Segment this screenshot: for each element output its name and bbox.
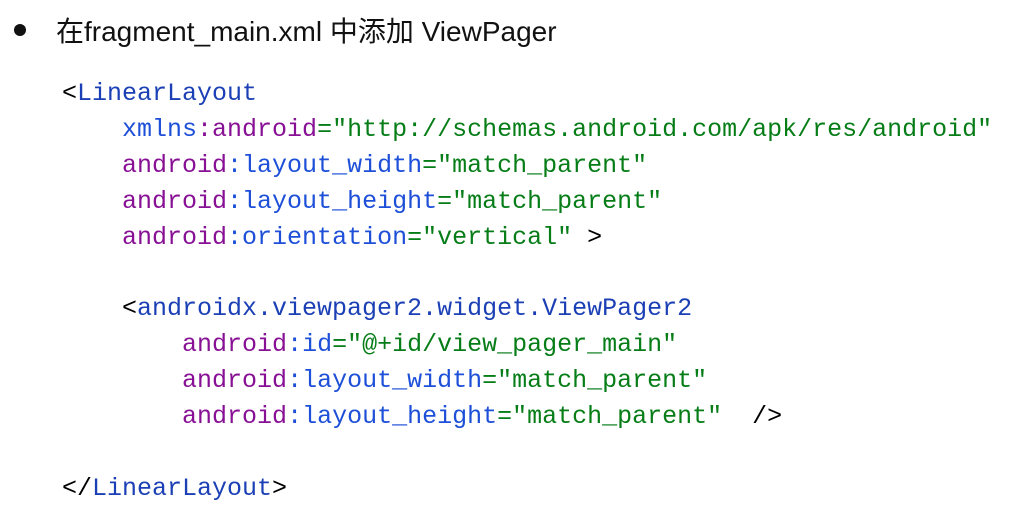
code-token-attr: :orientation [227, 222, 408, 252]
code-token-ns: android [182, 366, 288, 396]
code-token-ns: :android [197, 114, 318, 144]
code-token-pun: > [272, 473, 288, 503]
code-line: </LinearLayout> [62, 471, 992, 507]
code-token-tag: androidx.viewpager2.widget.ViewPager2 [137, 294, 693, 324]
code-block: <LinearLayout xmlns:android="http://sche… [62, 76, 992, 507]
code-line: android:layout_height="match_parent" /> [62, 399, 992, 435]
code-line: android:layout_height="match_parent" [62, 184, 992, 220]
code-token-ns: android [182, 402, 288, 432]
code-token-str: ="match_parent" [437, 186, 663, 216]
code-token-tag: LinearLayout [92, 473, 273, 503]
code-token-pun: > [572, 222, 603, 252]
code-token-str: ="@+id/view_pager_main" [332, 330, 678, 360]
code-line: android:orientation="vertical" > [62, 220, 992, 256]
code-token-pun [62, 115, 122, 144]
code-token-pun: < [62, 294, 138, 324]
code-token-pun [62, 151, 122, 180]
code-token-pun [62, 366, 182, 395]
code-token-str: ="match_parent" [482, 366, 708, 396]
heading-text: 在fragment_main.xml 中添加 ViewPager [56, 16, 557, 47]
code-line: android:layout_width="match_parent" [62, 148, 992, 184]
code-token-pun [62, 330, 182, 359]
code-token-pun [62, 223, 122, 252]
code-token-attr: :layout_height [287, 402, 498, 432]
code-line: android:id="@+id/view_pager_main" [62, 327, 992, 363]
code-token-pun [62, 402, 182, 431]
code-token-tag: LinearLayout [77, 79, 258, 108]
code-token-ns: android [122, 150, 228, 180]
code-token-str: ="match_parent" [422, 150, 648, 180]
code-token-attr: :layout_width [287, 366, 483, 396]
code-token-str: ="http://schemas.android.com/apk/res/and… [317, 114, 993, 144]
code-token-pun: </ [62, 473, 93, 503]
code-line: android:layout_width="match_parent" [62, 363, 992, 399]
code-line: <androidx.viewpager2.widget.ViewPager2 [62, 291, 992, 327]
code-token-str: ="match_parent" [497, 402, 723, 432]
code-token-attr: :layout_width [227, 150, 423, 180]
code-token-ns: android [122, 186, 228, 216]
code-token-str: ="vertical" [407, 222, 573, 252]
code-token-attr: :id [287, 330, 333, 360]
code-token-attr: :layout_height [227, 186, 438, 216]
code-token-pun: /> [722, 402, 783, 432]
code-token-ns: android [122, 222, 228, 252]
code-token-attr: xmlns [122, 114, 198, 144]
bullet-icon [14, 24, 26, 36]
code-token-ns: android [182, 330, 288, 360]
code-line: xmlns:android="http://schemas.android.co… [62, 112, 992, 148]
code-line: <LinearLayout [62, 76, 992, 112]
code-token-pun [62, 187, 122, 216]
code-token-pun: < [62, 79, 78, 108]
bullet-heading: 在fragment_main.xml 中添加 ViewPager [10, 10, 557, 50]
